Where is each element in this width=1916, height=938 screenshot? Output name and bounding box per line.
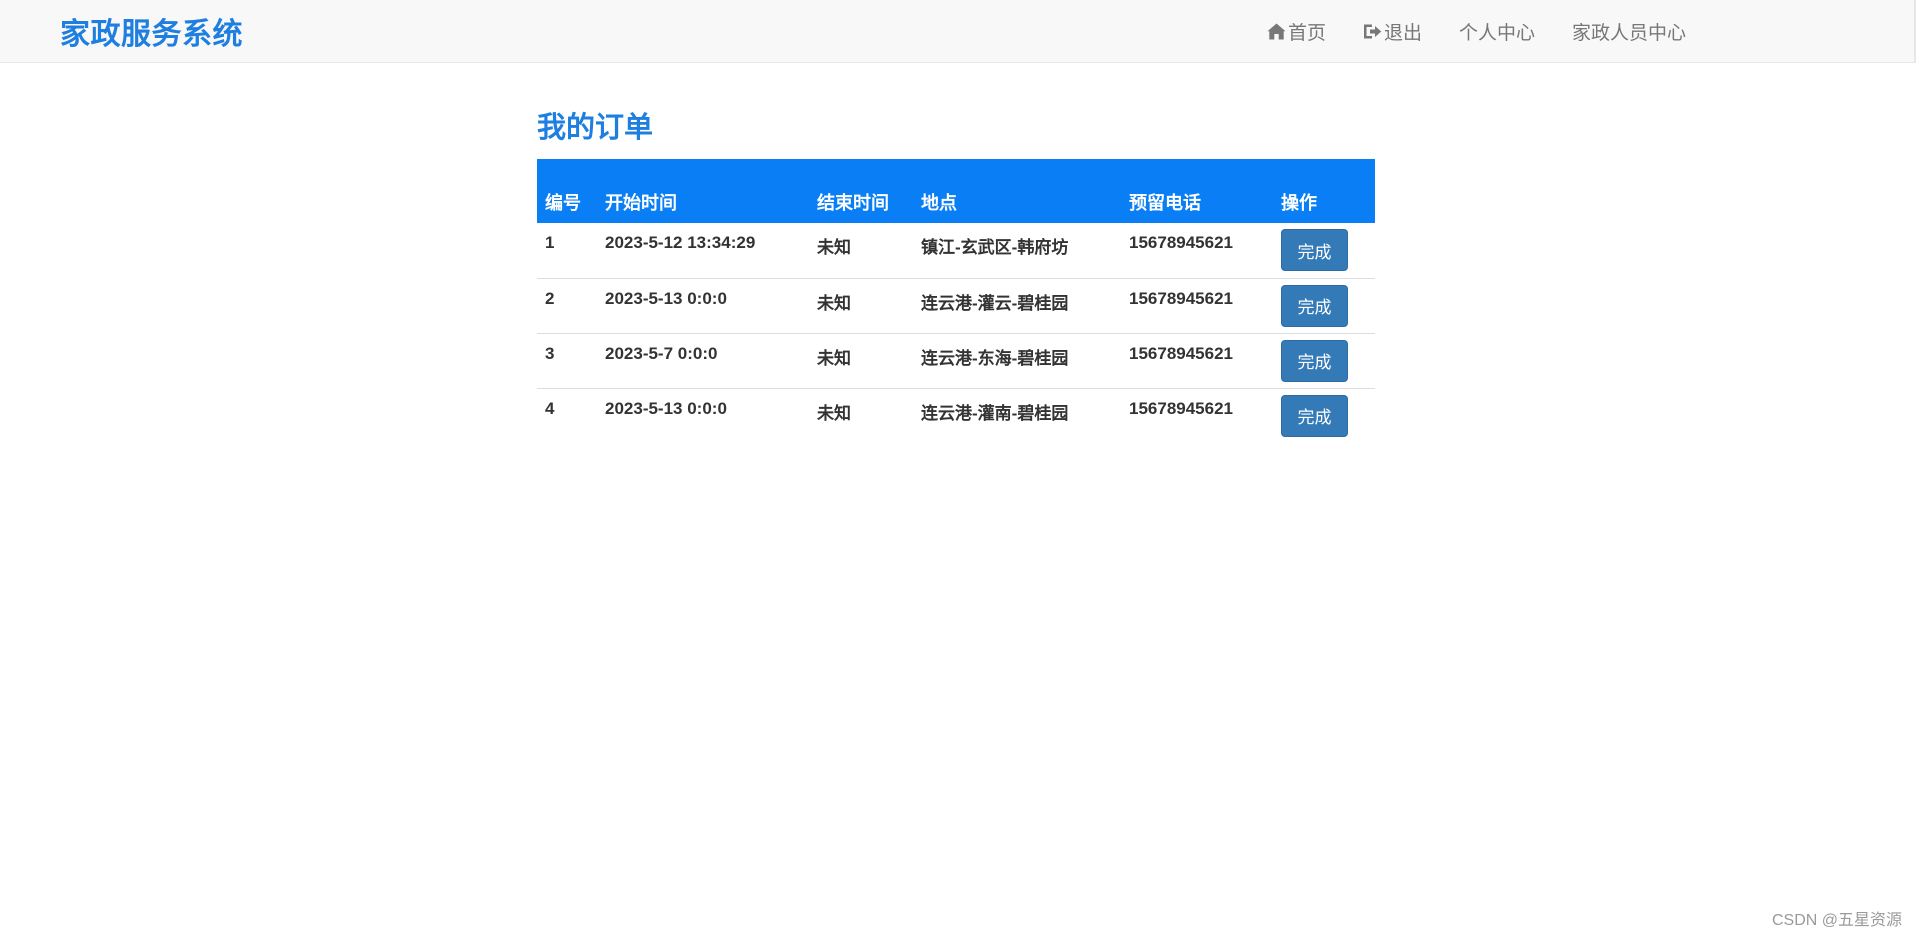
cell-id: 3: [537, 332, 597, 388]
orders-table: 编号 开始时间 结束时间 地点 预留电话 操作 1 2023-5-12 13:3…: [537, 159, 1375, 443]
cell-phone: 15678945621: [1121, 277, 1273, 333]
column-header-id: 编号: [545, 193, 581, 213]
page-title: 我的订单: [537, 112, 654, 144]
cell-end-time: 未知: [809, 332, 913, 388]
cell-action: 完成: [1273, 387, 1375, 443]
orders-table-body: 1 2023-5-12 13:34:29 未知 镇江-玄武区-韩府坊 15678…: [537, 223, 1375, 443]
nav-item-personal-center-label: 个人中心: [1458, 22, 1535, 44]
column-header-phone: 预留电话: [1129, 193, 1201, 213]
complete-button[interactable]: 完成: [1281, 229, 1348, 271]
table-row: 4 2023-5-13 0:0:0 未知 连云港-灌南-碧桂园 15678945…: [537, 387, 1375, 443]
cell-action: 完成: [1273, 277, 1375, 333]
cell-end-time: 未知: [809, 387, 913, 443]
column-header-end-time: 结束时间: [817, 193, 889, 213]
cell-start-time: 2023-5-12 13:34:29: [605, 233, 756, 252]
nav-item-staff-center[interactable]: 家政人员中心: [1572, 18, 1686, 45]
cell-id: 2: [537, 277, 597, 333]
cell-phone: 15678945621: [1121, 387, 1273, 443]
header-row: 编号 开始时间 结束时间 地点 预留电话 操作: [537, 159, 1375, 223]
main-content: 我的订单 编号 开始时间 结束时间 地点 预留电话 操作 1 2023-5-12…: [537, 108, 1375, 443]
cell-start-time: 2023-5-7 0:0:0: [597, 332, 809, 388]
logout-icon: [1363, 24, 1382, 38]
nav-item-logout[interactable]: 退出: [1363, 18, 1422, 45]
complete-button[interactable]: 完成: [1281, 284, 1348, 327]
table-row: 2 2023-5-13 0:0:0 未知 连云港-灌云-碧桂园 15678945…: [537, 277, 1375, 333]
cell-start-time: 2023-5-13 0:0:0: [597, 387, 809, 443]
watermark-text: CSDN @五星资源: [1771, 912, 1902, 929]
cell-start-time: 2023-5-13 0:0:0: [597, 277, 809, 333]
nav-menu: 首页 退出 个人中心 家政人员中心: [1230, 0, 1686, 62]
brand-logo-text[interactable]: 家政服务系统: [60, 9, 243, 53]
table-row: 1 2023-5-12 13:34:29 未知 镇江-玄武区-韩府坊 15678…: [537, 223, 1375, 278]
nav-item-personal-center[interactable]: 个人中心: [1459, 18, 1535, 45]
nav-item-staff-center-label: 家政人员中心: [1571, 22, 1686, 44]
cell-id: 4: [537, 387, 597, 443]
nav-item-home[interactable]: 首页: [1267, 18, 1326, 45]
cell-location: 镇江-玄武区-韩府坊: [921, 238, 1069, 257]
nav-item-home-label: 首页: [1287, 22, 1326, 44]
top-navbar: 家政服务系统 首页 退出 个人中心 家政人员中心: [0, 0, 1916, 63]
column-header-start-time: 开始时间: [605, 193, 677, 213]
complete-button[interactable]: 完成: [1281, 339, 1348, 382]
cell-end-time: 未知: [809, 277, 913, 333]
cell-id: 1: [545, 233, 555, 252]
column-header-action: 操作: [1281, 193, 1317, 213]
home-icon: [1267, 23, 1286, 39]
cell-end-time: 未知: [817, 238, 851, 257]
cell-phone: 15678945621: [1121, 332, 1273, 388]
nav-item-logout-label: 退出: [1383, 22, 1422, 44]
cell-action: 完成: [1273, 223, 1375, 278]
cell-location: 连云港-灌南-碧桂园: [913, 387, 1121, 443]
table-row: 3 2023-5-7 0:0:0 未知 连云港-东海-碧桂园 156789456…: [537, 332, 1375, 388]
complete-button[interactable]: 完成: [1281, 394, 1348, 437]
cell-location: 连云港-东海-碧桂园: [913, 332, 1121, 388]
cell-action: 完成: [1273, 332, 1375, 388]
cell-phone: 15678945621: [1129, 233, 1234, 252]
cell-location: 连云港-灌云-碧桂园: [913, 277, 1121, 333]
orders-table-header: 编号 开始时间 结束时间 地点 预留电话 操作: [537, 159, 1375, 223]
column-header-location: 地点: [921, 193, 957, 213]
